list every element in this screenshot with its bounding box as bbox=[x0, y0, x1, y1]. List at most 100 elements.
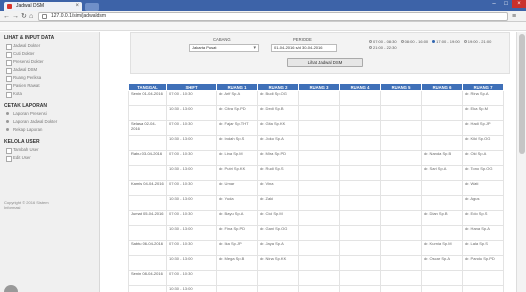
doctor-cell[interactable]: dr. Cici Sp.M bbox=[257, 210, 299, 226]
new-tab-button[interactable] bbox=[85, 3, 99, 11]
bookmark-item[interactable]: Tutor bbox=[67, 29, 82, 30]
bookmark-item[interactable]: Lainnya bbox=[477, 29, 497, 30]
doctor-cell[interactable]: dr. Gani Sp.OG bbox=[257, 225, 299, 241]
sidebar-item[interactable]: Jadwal DSM bbox=[0, 66, 99, 74]
doctor-cell[interactable]: dr. Mira Sp.PD bbox=[257, 150, 299, 166]
bookmark-item[interactable]: Next bbox=[428, 29, 442, 30]
doctor-cell[interactable]: dr. Hana Sp.A bbox=[462, 225, 504, 241]
doctor-cell[interactable]: dr. Budi Sp.OG bbox=[257, 90, 299, 106]
maximize-icon[interactable]: □ bbox=[500, 0, 512, 8]
doctor-cell[interactable]: dr. Mega Sp.B bbox=[216, 255, 258, 271]
shift-radio-option[interactable]: 21:00 - 22:30 bbox=[369, 45, 397, 51]
sidebar-item[interactable]: Jadwal Dokter bbox=[0, 42, 99, 50]
doctor-cell[interactable]: dr. Fajar Sp.THT bbox=[216, 120, 258, 136]
sidebar-item[interactable]: Tambah User bbox=[0, 146, 99, 154]
doctor-cell[interactable]: dr. Yuda bbox=[216, 195, 258, 211]
doctor-cell[interactable]: dr. Sari Sp.A bbox=[421, 165, 463, 181]
bookmark-item[interactable]: Portal bbox=[253, 29, 269, 30]
shift-radio-option[interactable]: 19:00 - 21:00 bbox=[463, 39, 491, 45]
bookmark-item[interactable]: Apps bbox=[0, 29, 15, 30]
minimize-icon[interactable]: – bbox=[488, 0, 500, 8]
sidebar-item[interactable]: Cuti Dokter bbox=[0, 50, 99, 58]
doctor-cell[interactable]: dr. Bayu Sp.A bbox=[216, 210, 258, 226]
shift-radio-option[interactable]: 08:00 - 16:00 bbox=[400, 39, 428, 45]
doctor-cell[interactable]: dr. Jaya Sp.A bbox=[257, 240, 299, 256]
doctor-cell[interactable]: dr. Joko Sp.A bbox=[257, 135, 299, 151]
bookmark-item[interactable]: Tuts bbox=[299, 29, 312, 30]
doctor-cell[interactable]: dr. Rina Sp.A bbox=[462, 90, 504, 106]
doctor-cell[interactable]: dr. Gita Sp.KK bbox=[257, 120, 299, 136]
radio-icon[interactable] bbox=[369, 40, 372, 44]
doctor-cell[interactable]: dr. Edo Sp.S bbox=[462, 210, 504, 226]
doctor-cell[interactable]: dr. Agus bbox=[462, 195, 504, 211]
bookmark-item[interactable]: Blog bbox=[409, 29, 422, 30]
shift-radio-option[interactable]: 17:00 - 19:00 bbox=[432, 39, 460, 45]
sidebar-item[interactable]: Kota bbox=[0, 90, 99, 98]
sidebar-item[interactable]: Pasien Rawat bbox=[0, 82, 99, 90]
doctor-cell[interactable]: dr. Lina Sp.M bbox=[216, 150, 258, 166]
doctor-cell[interactable]: dr. Nina Sp.KK bbox=[257, 255, 299, 271]
bookmark-item[interactable]: BPJS bbox=[208, 29, 223, 30]
doctor-cell[interactable]: dr. Ika Sp.JP bbox=[216, 240, 258, 256]
view-schedule-button[interactable]: Lihat Jadwal DSM bbox=[287, 58, 363, 67]
bookmark-item[interactable]: Pengumuman bbox=[318, 29, 349, 30]
sidebar-item[interactable]: Presensi Dokter bbox=[0, 58, 99, 66]
sidebar-item[interactable]: Laporan Jadwal Dokter bbox=[0, 118, 99, 126]
menu-icon[interactable]: ≡ bbox=[512, 12, 516, 21]
doctor-cell[interactable]: dr. Putri Sp.KK bbox=[216, 165, 258, 181]
bookmark-item[interactable]: Lainnya bbox=[182, 29, 202, 30]
bookmark-item[interactable]: Google bbox=[87, 29, 106, 30]
doctor-cell[interactable]: dr. Vina bbox=[257, 180, 299, 196]
bookmark-item[interactable]: Tanya bbox=[386, 29, 402, 30]
radio-icon[interactable] bbox=[369, 46, 372, 50]
sidebar-item[interactable]: Ruang Periksa bbox=[0, 74, 99, 82]
sidebar-item[interactable]: Edit User bbox=[0, 154, 99, 162]
radio-icon[interactable] bbox=[463, 40, 467, 44]
doctor-cell[interactable]: dr. Pandu Sp.PD bbox=[462, 255, 504, 271]
doctor-cell[interactable]: dr. Kiki Sp.OG bbox=[462, 135, 504, 151]
doctor-cell[interactable]: dr. Lala Sp.S bbox=[462, 240, 504, 256]
bookmark-item[interactable]: Downloads bbox=[355, 29, 381, 30]
radio-icon[interactable] bbox=[400, 40, 404, 44]
forward-icon[interactable]: → bbox=[12, 12, 19, 21]
bookmark-item[interactable]: Skripsi bbox=[275, 29, 293, 30]
doctor-cell[interactable]: dr. Tono Sp.OG bbox=[462, 165, 504, 181]
doctor-cell[interactable]: dr. Eka Sp.M bbox=[462, 105, 504, 121]
radio-icon[interactable] bbox=[432, 40, 436, 44]
doctor-cell[interactable]: dr. Zaki bbox=[257, 195, 299, 211]
doctor-cell[interactable]: dr. Indah Sp.S bbox=[216, 135, 258, 151]
bookmark-item[interactable]: Bank bbox=[137, 29, 152, 30]
scrollbar-thumb[interactable] bbox=[519, 34, 525, 154]
cabang-select[interactable]: Jakarta Pusat ▾ bbox=[189, 44, 259, 52]
doctor-cell[interactable]: dr. Rudi Sp.S bbox=[257, 165, 299, 181]
url-input[interactable]: 127.0.0.1/sim/jadwaldsm bbox=[38, 12, 508, 21]
bookmark-item[interactable]: Aplikasi bbox=[112, 29, 131, 30]
doctor-cell[interactable]: dr. Nanda Sp.B bbox=[421, 150, 463, 166]
scrollbar[interactable] bbox=[516, 32, 526, 292]
doctor-cell[interactable]: dr. Umar bbox=[216, 180, 258, 196]
bookmark-item[interactable]: Lama bbox=[45, 29, 60, 30]
reload-icon[interactable]: ↻ bbox=[21, 12, 27, 21]
periode-input[interactable]: 01-04-2016 s/d 30-04-2016 bbox=[271, 44, 337, 52]
home-icon[interactable]: ⌂ bbox=[29, 12, 33, 21]
close-tab-icon[interactable]: × bbox=[75, 2, 79, 11]
bookmark-item[interactable]: Jadwal bbox=[229, 29, 247, 30]
sidebar-item[interactable]: Rekap Laporan bbox=[0, 126, 99, 134]
doctor-cell[interactable]: dr. Wati bbox=[462, 180, 504, 196]
doctor-cell[interactable]: dr. Dedi Sp.B bbox=[257, 105, 299, 121]
doctor-cell[interactable]: dr. Oki Sp.A bbox=[462, 150, 504, 166]
doctor-cell[interactable]: dr. Hadi Sp.JP bbox=[462, 120, 504, 136]
doctor-cell[interactable]: dr. Fina Sp.PD bbox=[216, 225, 258, 241]
bookmark-item[interactable]: Belajar bbox=[158, 29, 176, 30]
window-close-icon[interactable]: × bbox=[512, 0, 526, 8]
bookmark-item[interactable]: Plugins bbox=[21, 29, 40, 30]
sidebar-item[interactable]: Laporan Presensi bbox=[0, 110, 99, 118]
bookmark-item[interactable]: Facebook bbox=[448, 29, 471, 30]
doctor-cell[interactable]: dr. Kurnia Sp.M bbox=[421, 240, 463, 256]
doctor-cell[interactable]: dr. Arif Sp.A bbox=[216, 90, 258, 106]
doctor-cell[interactable]: dr. Citra Sp.PD bbox=[216, 105, 258, 121]
back-icon[interactable]: ← bbox=[3, 12, 10, 21]
browser-tab[interactable]: Jadwal DSM × bbox=[4, 2, 82, 11]
doctor-cell[interactable]: dr. Dian Sp.B bbox=[421, 210, 463, 226]
doctor-cell[interactable]: dr. Oscar Sp.A bbox=[421, 255, 463, 271]
